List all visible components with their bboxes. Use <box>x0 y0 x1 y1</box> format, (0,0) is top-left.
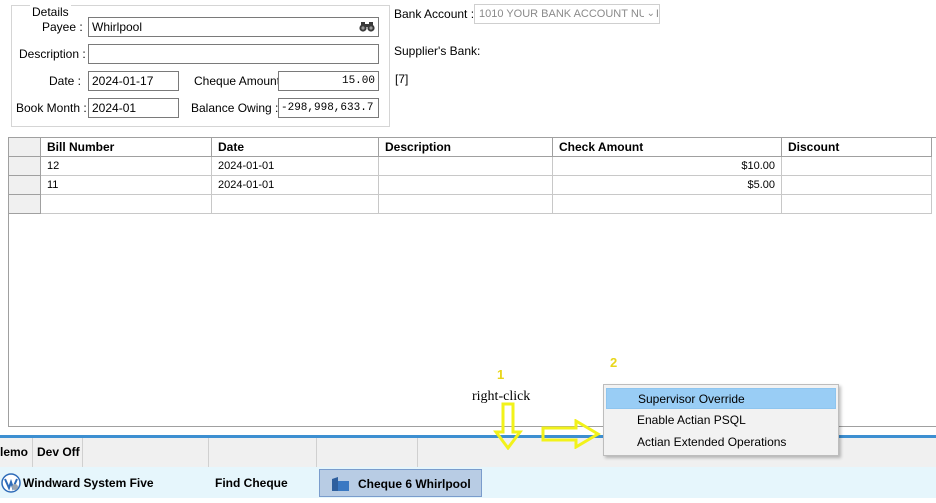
cheque-amount-label: Cheque Amount <box>194 74 281 88</box>
table-cell-discount[interactable] <box>782 195 932 214</box>
bank-account-value: 1010 YOUR BANK ACCOUNT NUMI <box>479 8 659 20</box>
balance-owing-input[interactable]: -298,998,633.7 <box>278 98 379 118</box>
status-item-empty <box>209 438 317 467</box>
payee-input[interactable]: Whirlpool <box>88 17 379 37</box>
taskbar: Windward System Five Find Cheque Cheque … <box>0 467 936 498</box>
taskbar-item-windward[interactable]: Windward System Five <box>0 469 160 497</box>
row-header[interactable] <box>9 195 41 214</box>
menu-item-actian-extended-operations[interactable]: Actian Extended Operations <box>606 432 836 453</box>
bank-account-label: Bank Account : <box>394 7 475 21</box>
table-cell-date[interactable]: 2024-01-01 <box>212 157 379 176</box>
status-item-dev-off: Dev Off <box>33 438 83 467</box>
step-1-number: 1 <box>497 367 505 382</box>
grid-corner <box>9 138 41 157</box>
menu-item-supervisor-override[interactable]: Supervisor Override <box>606 388 836 409</box>
cheque-amount-input[interactable]: 15.00 <box>278 71 379 91</box>
table-cell-bill[interactable]: 12 <box>41 157 212 176</box>
supplier-bank-label: Supplier's Bank: <box>394 44 481 58</box>
binoculars-icon[interactable] <box>359 20 375 36</box>
table-cell-date[interactable] <box>212 195 379 214</box>
table-cell-date[interactable]: 2024-01-01 <box>212 176 379 195</box>
table-cell-bill[interactable]: 11 <box>41 176 212 195</box>
balance-owing-label: Balance Owing : <box>191 101 279 115</box>
payee-label: Payee : <box>42 20 83 34</box>
bank-account-select[interactable]: 1010 YOUR BANK ACCOUNT NUMI ⌄ <box>474 4 660 24</box>
book-month-input[interactable]: 2024-01 <box>88 98 179 118</box>
column-header-check-amount[interactable]: Check Amount <box>553 138 782 157</box>
table-cell-amount[interactable] <box>553 195 782 214</box>
description-input[interactable] <box>88 44 379 64</box>
table-cell-amount[interactable]: $10.00 <box>553 157 782 176</box>
book-month-label: Book Month : <box>16 101 87 115</box>
column-header-discount[interactable]: Discount <box>782 138 932 157</box>
chevron-down-icon[interactable]: ⌄ <box>643 5 655 23</box>
taskbar-item-cheque-whirlpool[interactable]: Cheque 6 Whirlpool <box>319 469 482 497</box>
date-input[interactable]: 2024-01-17 <box>88 71 179 91</box>
column-header-date[interactable]: Date <box>212 138 379 157</box>
cheque-window-icon <box>330 475 350 503</box>
table-cell-bill[interactable] <box>41 195 212 214</box>
description-label: Description : <box>19 47 86 61</box>
column-header-description[interactable]: Description <box>379 138 553 157</box>
date-label: Date : <box>49 74 82 88</box>
taskbar-label-windward: Windward System Five <box>23 476 154 490</box>
taskbar-item-find-cheque[interactable]: Find Cheque <box>160 469 318 497</box>
table-cell-description[interactable] <box>379 176 553 195</box>
row-header[interactable] <box>9 157 41 176</box>
count-indicator: [7] <box>395 72 409 86</box>
status-item-empty <box>317 438 418 467</box>
status-item-demo: lemo <box>0 438 33 467</box>
step-2-number: 2 <box>610 355 618 370</box>
context-menu: Supervisor Override Enable Actian PSQL A… <box>603 384 839 456</box>
payee-value: Whirlpool <box>92 20 143 34</box>
table-cell-discount[interactable] <box>782 157 932 176</box>
windward-logo-icon <box>1 473 21 503</box>
table-cell-description[interactable] <box>379 195 553 214</box>
taskbar-label-cheque-whirlpool: Cheque 6 Whirlpool <box>358 477 471 491</box>
menu-item-enable-actian-psql[interactable]: Enable Actian PSQL <box>606 410 836 431</box>
status-item-empty <box>83 438 209 467</box>
taskbar-label-find-cheque: Find Cheque <box>215 476 288 490</box>
right-arrow-annotation <box>541 419 601 449</box>
table-cell-amount[interactable]: $5.00 <box>553 176 782 195</box>
details-legend: Details <box>30 5 71 19</box>
row-header[interactable] <box>9 176 41 195</box>
table-cell-discount[interactable] <box>782 176 932 195</box>
column-header-bill-number[interactable]: Bill Number <box>41 138 212 157</box>
table-cell-description[interactable] <box>379 157 553 176</box>
down-arrow-annotation <box>493 402 523 450</box>
